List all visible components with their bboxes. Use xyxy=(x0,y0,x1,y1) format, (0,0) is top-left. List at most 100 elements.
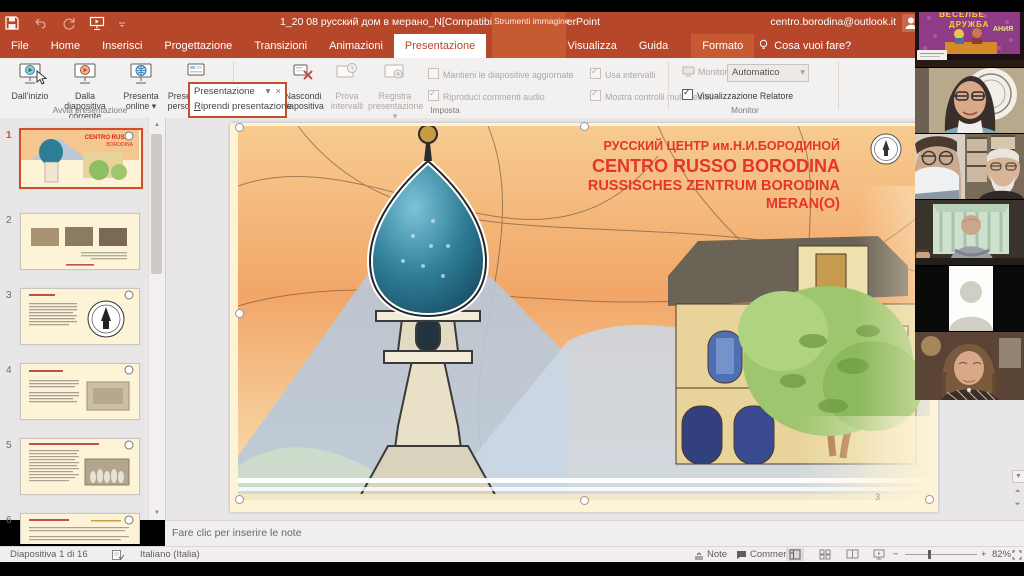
floating-menu-selected[interactable]: Presentazione × ▾ xyxy=(190,84,285,99)
video-tile-avatar-placeholder[interactable] xyxy=(915,266,1024,331)
scroll-up-icon[interactable]: ▲ xyxy=(151,120,163,130)
video-tile-man-curtains[interactable] xyxy=(915,200,1024,265)
previous-slide-button[interactable]: ⏶ xyxy=(1012,486,1023,497)
selection-handle[interactable] xyxy=(235,495,244,504)
from-beginning-label: Dall'inizio xyxy=(12,91,49,101)
tab-progettazione[interactable]: Progettazione xyxy=(153,34,243,58)
checkbox-label: Usa intervalli xyxy=(605,70,655,80)
spellcheck-icon[interactable] xyxy=(112,550,124,560)
floating-menu-resume-item[interactable]: Riprendi presentazione xyxy=(190,99,285,114)
save-icon[interactable] xyxy=(4,15,20,31)
bottom-black-bar xyxy=(0,562,1024,576)
group-label-avvia: Avvia presentazione xyxy=(30,105,150,115)
start-slideshow-icon[interactable] xyxy=(89,15,105,31)
checkbox-presenter-view[interactable]: Visualizzazione Relatore xyxy=(682,89,793,101)
slide-title-de: RUSSISCHES ZENTRUM BORODINA xyxy=(588,177,840,195)
floating-menu-dropdown-icon[interactable]: ▾ xyxy=(266,84,271,99)
group-separator xyxy=(668,62,669,110)
slide-indicator[interactable]: Diapositiva 1 di 16 xyxy=(10,549,88,560)
floating-menu-selected-label: Presentazione xyxy=(194,86,255,97)
slide-title-city: MERAN(O) xyxy=(588,195,840,213)
view-slide-sorter-button[interactable] xyxy=(816,548,834,561)
tab-inserisci[interactable]: Inserisci xyxy=(91,34,153,58)
qat-dropdown-icon[interactable] xyxy=(118,15,126,31)
account-email[interactable]: centro.borodina@outlook.it xyxy=(770,16,896,28)
checkbox-icon xyxy=(590,90,601,101)
thumbnail-number: 1 xyxy=(6,130,16,141)
video-tile-two-men[interactable] xyxy=(915,134,1024,199)
window-title: 1_20 08 русский дом в мерано_N[Compatibi… xyxy=(230,16,650,28)
checkbox-use-timings[interactable]: Usa intervalli xyxy=(590,68,655,80)
checkbox-keep-slides-updated[interactable]: Mantieni le diapositive aggiornate xyxy=(428,68,574,80)
zoom-out-button[interactable]: − xyxy=(893,549,899,560)
group-separator xyxy=(838,62,839,110)
checkbox-play-narrations[interactable]: Riproduci commenti audio xyxy=(428,90,545,102)
selection-handle[interactable] xyxy=(235,309,244,318)
zoom-level[interactable]: 82% xyxy=(992,549,1011,560)
monitor-label: Monitor: xyxy=(698,67,730,77)
checkbox-icon xyxy=(428,68,439,79)
group-label-imposta: Imposta xyxy=(385,105,505,115)
work-area: 1 CENTRO RUSSOBORODINA 2 3 4 5 xyxy=(0,118,1024,520)
view-slideshow-button[interactable] xyxy=(870,548,888,561)
undo-icon[interactable] xyxy=(32,15,48,31)
center-emblem-logo xyxy=(870,133,902,165)
zoom-in-button[interactable]: + xyxy=(981,549,987,560)
zoom-slider-handle[interactable] xyxy=(928,550,931,559)
checkbox-icon xyxy=(590,68,601,79)
slide-thumbnail-2[interactable] xyxy=(20,213,140,270)
zoom-slider-track[interactable] xyxy=(905,554,977,555)
tab-animazioni[interactable]: Animazioni xyxy=(318,34,394,58)
slide-thumbnail-6[interactable] xyxy=(20,513,140,544)
notes-toggle[interactable]: Note xyxy=(707,549,727,560)
selection-handle[interactable] xyxy=(580,122,589,131)
notes-placeholder[interactable]: Fare clic per inserire le note xyxy=(172,527,302,539)
view-normal-button[interactable] xyxy=(786,548,804,561)
video-tile-woman-glasses[interactable] xyxy=(915,68,1024,133)
mouse-cursor xyxy=(36,70,47,85)
slide-thumbnail-4[interactable] xyxy=(20,363,140,420)
tab-file[interactable]: File xyxy=(0,34,40,58)
slide-title-ru: РУССКИЙ ЦЕНТР им.Н.И.БОРОДИНОЙ xyxy=(588,139,840,155)
tab-visualizza[interactable]: Visualizza xyxy=(557,34,628,58)
checkbox-label: Mantieni le diapositive aggiornate xyxy=(443,70,574,80)
selection-handle[interactable] xyxy=(235,123,244,132)
next-slide-button[interactable]: ⏷ xyxy=(1012,499,1023,510)
stage-banner-line3: АНИЯ xyxy=(993,26,1013,33)
checkbox-label: Visualizzazione Relatore xyxy=(697,91,793,101)
fit-to-window-icon[interactable] xyxy=(1012,550,1022,560)
rehearse-timings-button[interactable]: Prova intervalli xyxy=(326,60,368,114)
tab-formato[interactable]: Formato xyxy=(691,34,754,58)
selection-handle[interactable] xyxy=(925,495,934,504)
checkbox-icon xyxy=(682,89,693,100)
tell-me-box[interactable]: Cosa vuoi fare? xyxy=(754,34,862,58)
floating-menu-close-icon[interactable]: × xyxy=(275,84,281,99)
video-tile-woman-brown-hair[interactable] xyxy=(915,332,1024,400)
slide-editing-area[interactable]: РУССКИЙ ЦЕНТР им.Н.И.БОРОДИНОЙ CENTRO RU… xyxy=(230,123,938,512)
slide-thumbnail-3[interactable] xyxy=(20,288,140,345)
status-bar: Diapositiva 1 di 16 Italiano (Italia) No… xyxy=(0,546,1024,563)
present-online-icon xyxy=(118,62,164,89)
canvas-scroll-down-icon[interactable]: ▼ xyxy=(1012,470,1024,483)
slide-thumbnail-5[interactable] xyxy=(20,438,140,495)
tab-transizioni[interactable]: Transizioni xyxy=(243,34,318,58)
slide-thumbnail-1[interactable]: CENTRO RUSSOBORODINA xyxy=(19,128,143,189)
scrollbar-thumb[interactable] xyxy=(151,134,162,274)
thumbnail-scrollbar[interactable]: ▲ ▼ xyxy=(148,118,165,520)
view-reading-button[interactable] xyxy=(843,548,861,561)
slide-title-block[interactable]: РУССКИЙ ЦЕНТР им.Н.И.БОРОДИНОЙ CENTRO RU… xyxy=(588,139,840,213)
language-indicator[interactable]: Italiano (Italia) xyxy=(140,549,200,560)
checkbox-icon xyxy=(428,90,439,101)
thumbnail-number: 6 xyxy=(6,515,16,526)
thumbnail-number: 5 xyxy=(6,440,16,451)
tab-presentazione[interactable]: Presentazione xyxy=(394,34,486,58)
monitor-select[interactable]: Automatico ▾ xyxy=(727,64,809,82)
tab-home[interactable]: Home xyxy=(40,34,91,58)
tab-guida[interactable]: Guida xyxy=(628,34,679,58)
redo-icon[interactable] xyxy=(61,15,77,31)
scroll-down-icon[interactable]: ▼ xyxy=(151,508,163,518)
thumbnail-number: 2 xyxy=(6,215,16,226)
slide-thumbnail-panel: 1 CENTRO RUSSOBORODINA 2 3 4 5 xyxy=(0,118,166,520)
monitor-select-dropdown-icon: ▾ xyxy=(800,65,805,80)
selection-handle[interactable] xyxy=(580,496,589,505)
